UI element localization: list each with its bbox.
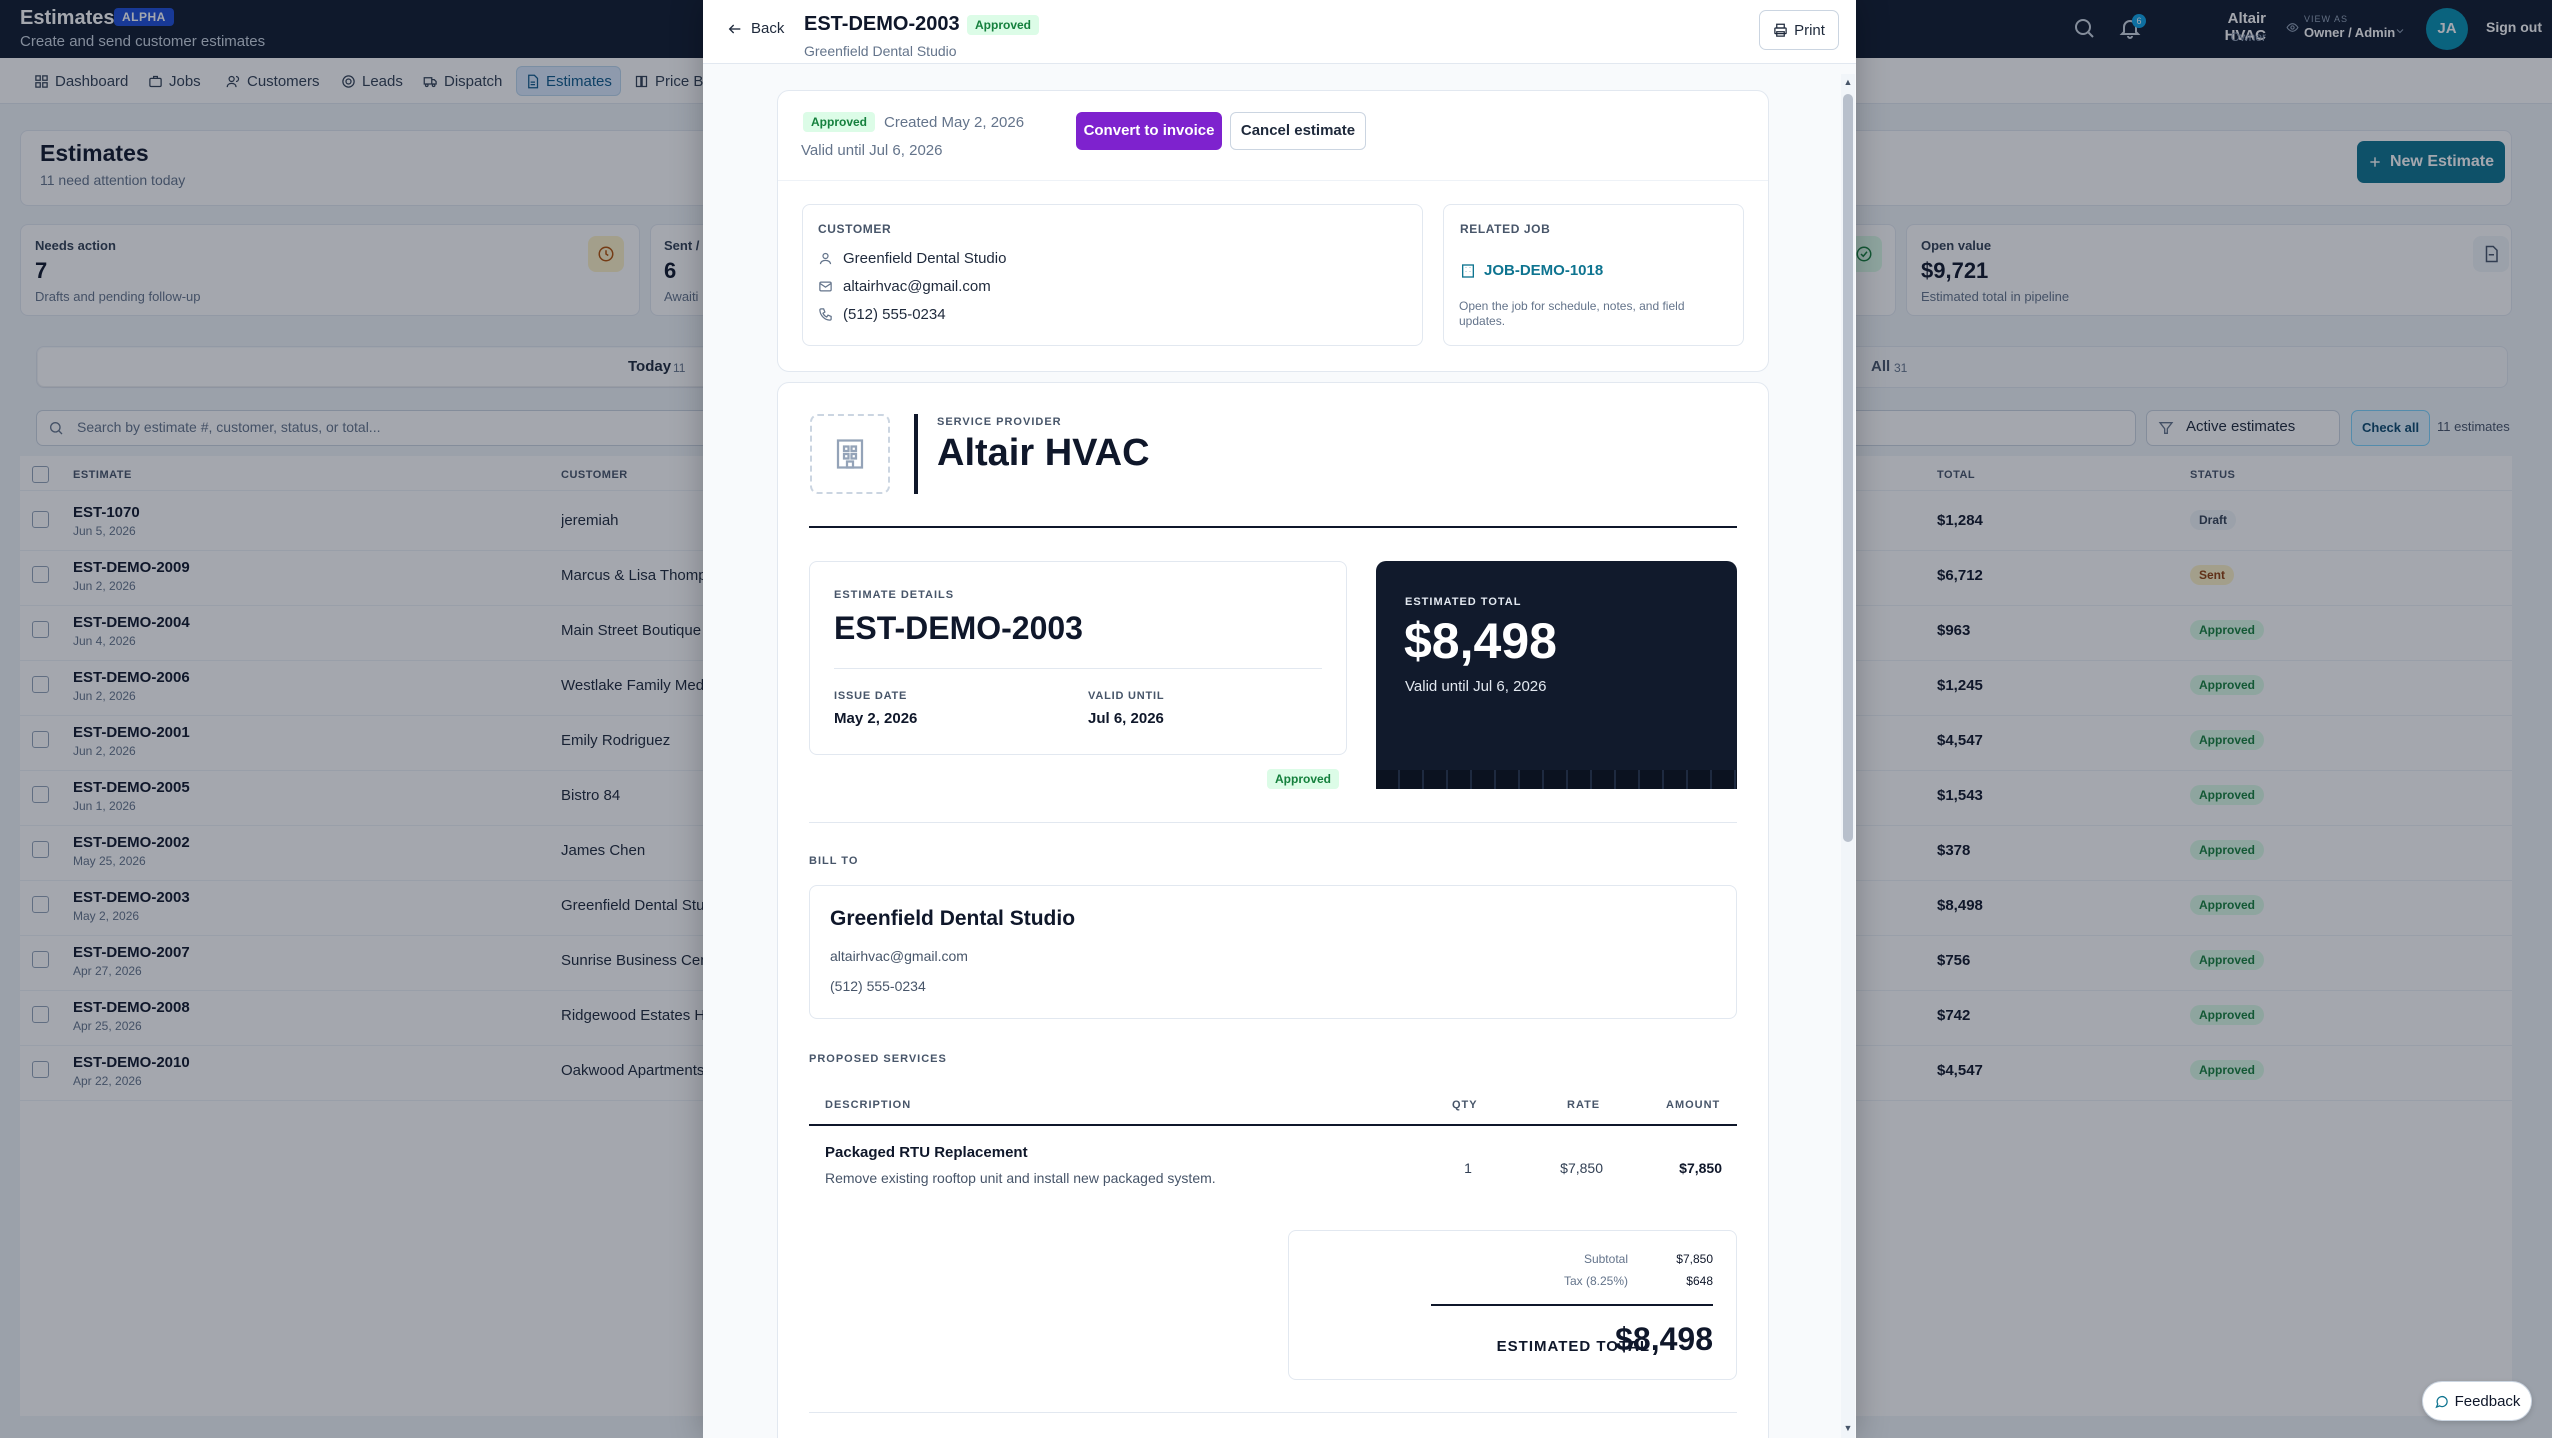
status-badge: Approved — [803, 112, 876, 132]
services-header-rate: RATE — [1567, 1099, 1601, 1111]
mail-icon — [819, 281, 832, 292]
chat-icon — [2434, 1395, 2448, 1408]
tax-value: $648 — [1686, 1274, 1713, 1288]
print-label: Print — [1794, 21, 1825, 39]
back-label: Back — [751, 20, 785, 37]
bill-to-name: Greenfield Dental Studio — [830, 907, 1076, 930]
customer-phone-row[interactable]: (512) 555-0234 — [818, 306, 946, 323]
services-header-amount: AMOUNT — [1666, 1099, 1721, 1111]
divider — [778, 180, 1768, 181]
feedback-label: Feedback — [2454, 1392, 2521, 1410]
status-badge: Approved — [1267, 769, 1340, 789]
provider-name: Altair HVAC — [937, 432, 1150, 474]
building-icon — [836, 439, 864, 469]
service-rate: $7,850 — [1560, 1160, 1603, 1176]
related-job-link[interactable]: JOB-DEMO-1018 — [1460, 262, 1603, 279]
details-label: ESTIMATE DETAILS — [834, 589, 955, 601]
back-button[interactable]: Back — [727, 20, 784, 37]
decorative-stripes — [1376, 770, 1737, 789]
issue-date-label: ISSUE DATE — [834, 690, 908, 702]
valid-until-date: Jul 6, 2026 — [1088, 710, 1164, 727]
drawer-subtitle: Greenfield Dental Studio — [804, 43, 957, 59]
customer-name: Greenfield Dental Studio — [843, 250, 1007, 267]
related-job-id: JOB-DEMO-1018 — [1484, 262, 1604, 279]
building-icon — [1462, 263, 1474, 278]
print-button[interactable]: Print — [1759, 10, 1839, 50]
company-logo-placeholder — [810, 414, 890, 494]
scrollbar-thumb[interactable] — [1843, 94, 1853, 842]
valid-until: Valid until Jul 6, 2026 — [801, 142, 943, 159]
feedback-button[interactable]: Feedback — [2422, 1381, 2532, 1421]
user-icon — [819, 252, 832, 265]
divider — [1431, 1304, 1713, 1306]
created-date: Created May 2, 2026 — [884, 114, 1025, 131]
customer-phone: (512) 555-0234 — [843, 306, 946, 323]
service-amount: $7,850 — [1679, 1160, 1722, 1176]
phone-icon — [819, 308, 832, 321]
convert-to-invoice-button[interactable]: Convert to invoice — [1076, 112, 1222, 150]
services-header-description: DESCRIPTION — [825, 1099, 912, 1111]
divider — [834, 668, 1322, 669]
estimated-total-amount: $8,498 — [1404, 613, 1557, 669]
estimated-total-label: ESTIMATED TOTAL — [1405, 596, 1522, 608]
bill-to-email: altairhvac@gmail.com — [830, 948, 968, 964]
service-description: Remove existing rooftop unit and install… — [825, 1170, 1216, 1186]
arrow-left-icon — [728, 24, 741, 33]
valid-until-label: VALID UNTIL — [1088, 690, 1165, 702]
divider — [809, 1124, 1737, 1126]
customer-label: CUSTOMER — [818, 222, 892, 236]
scroll-up-icon[interactable]: ▲ — [1843, 78, 1853, 87]
subtotal-label: Subtotal — [1583, 1252, 1628, 1266]
customer-name-row: Greenfield Dental Studio — [818, 250, 1006, 267]
related-job-label: RELATED JOB — [1460, 222, 1551, 236]
estimated-total-valid: Valid until Jul 6, 2026 — [1405, 678, 1547, 695]
service-qty: 1 — [1464, 1160, 1472, 1176]
printer-icon — [1774, 23, 1787, 37]
bill-to-label: BILL TO — [809, 855, 859, 867]
tax-label: Tax (8.25%) — [1563, 1274, 1628, 1288]
status-badge: Approved — [967, 15, 1040, 35]
subtotal-value: $7,850 — [1676, 1252, 1713, 1266]
grand-total-value: $8,498 — [1615, 1321, 1713, 1357]
service-name: Packaged RTU Replacement — [825, 1144, 1028, 1161]
customer-panel — [802, 204, 1423, 346]
bill-to-phone: (512) 555-0234 — [830, 978, 926, 994]
services-header-qty: QTY — [1452, 1099, 1478, 1111]
divider — [809, 822, 1737, 823]
drawer-title: EST-DEMO-2003 — [804, 13, 960, 35]
drawer-header: Back EST-DEMO-2003 Approved Greenfield D… — [703, 0, 1856, 64]
divider — [809, 1412, 1737, 1413]
provider-accent-bar — [914, 414, 918, 494]
cancel-estimate-button[interactable]: Cancel estimate — [1230, 112, 1366, 150]
customer-email-row[interactable]: altairhvac@gmail.com — [818, 278, 991, 295]
provider-label: SERVICE PROVIDER — [937, 416, 1062, 428]
issue-date: May 2, 2026 — [834, 710, 918, 727]
related-job-note: Open the job for schedule, notes, and fi… — [1459, 299, 1685, 328]
divider — [809, 526, 1737, 528]
services-label: PROPOSED SERVICES — [809, 1053, 947, 1065]
scroll-down-icon[interactable]: ▼ — [1843, 1424, 1853, 1433]
estimate-number: EST-DEMO-2003 — [834, 610, 1083, 646]
customer-email: altairhvac@gmail.com — [843, 278, 991, 295]
estimate-drawer: Back EST-DEMO-2003 Approved Greenfield D… — [703, 0, 1856, 1438]
